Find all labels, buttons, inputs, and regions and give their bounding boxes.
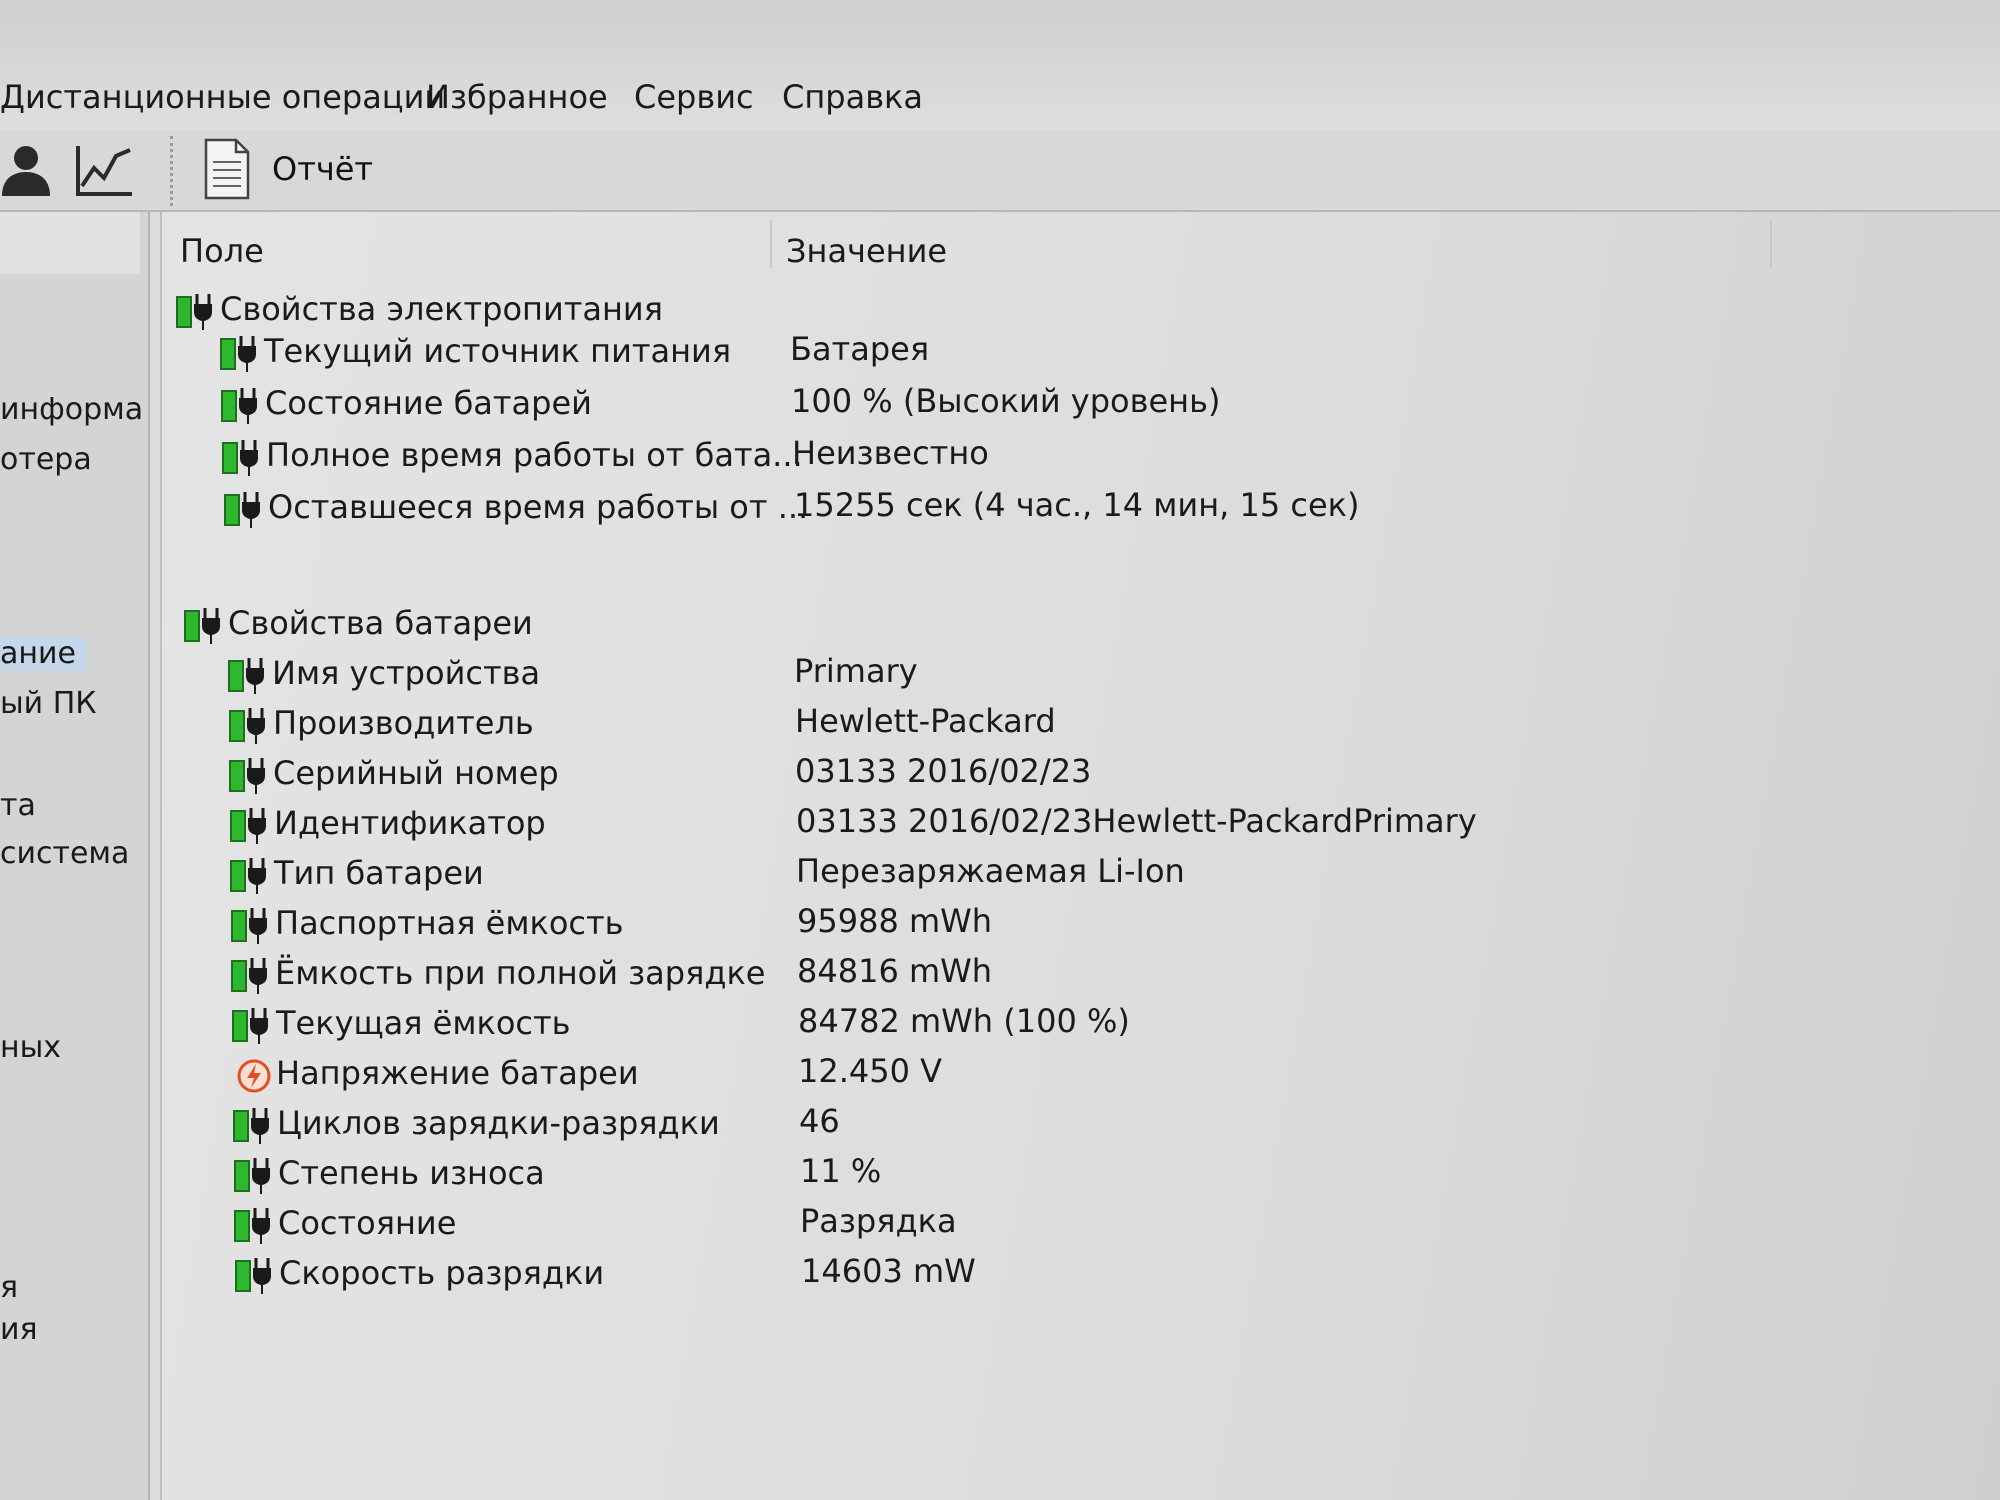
property-value[interactable]: 100 % (Высокий уровень) xyxy=(791,382,1220,420)
battery-icon xyxy=(176,294,216,330)
property-value[interactable]: 03133 2016/02/23 xyxy=(795,752,1091,790)
property-field[interactable]: Имя устройства xyxy=(272,654,540,692)
battery-icon xyxy=(231,958,271,994)
sidebar-item-portable-pc[interactable]: ый ПК xyxy=(0,686,97,721)
property-field[interactable]: Оставшееся время работы от ... xyxy=(268,488,808,526)
property-value[interactable]: Primary xyxy=(794,652,918,690)
property-field[interactable]: Степень износа xyxy=(278,1154,545,1192)
property-value[interactable]: 46 xyxy=(799,1102,840,1140)
property-value[interactable]: 14603 mW xyxy=(801,1252,976,1290)
property-field[interactable]: Паспортная ёмкость xyxy=(275,904,624,942)
voltage-icon xyxy=(236,1058,272,1094)
property-field[interactable]: Полное время работы от бата... xyxy=(266,436,803,474)
battery-icon xyxy=(233,1108,273,1144)
property-value[interactable]: 84782 mWh (100 %) xyxy=(798,1002,1130,1040)
battery-icon xyxy=(220,336,260,372)
property-field[interactable]: Производитель xyxy=(273,704,534,742)
property-field[interactable]: Состояние xyxy=(278,1204,456,1242)
toolbar-separator xyxy=(170,136,173,206)
battery-icon xyxy=(234,1158,274,1194)
sidebar-item-motherboard[interactable]: та xyxy=(0,788,36,823)
property-field[interactable]: Тип батареи xyxy=(274,854,484,892)
property-value[interactable]: 03133 2016/02/23Hewlett-PackardPrimary xyxy=(796,802,1477,840)
property-field[interactable]: Состояние батарей xyxy=(265,384,592,422)
property-value[interactable]: Разрядка xyxy=(800,1202,957,1240)
property-value[interactable]: 95988 mWh xyxy=(797,902,992,940)
sidebar-border xyxy=(148,212,150,1500)
column-header-value[interactable]: Значение xyxy=(786,232,947,270)
menu-bar: Дистанционные операции Избранное Сервис … xyxy=(0,0,2000,130)
property-value[interactable]: Hewlett-Packard xyxy=(795,702,1056,740)
battery-icon xyxy=(184,608,224,644)
property-value[interactable]: 12.450 V xyxy=(798,1052,942,1090)
sidebar-item-computer[interactable]: отера xyxy=(0,442,92,477)
group-title[interactable]: Свойства электропитания xyxy=(220,290,663,328)
property-field[interactable]: Серийный номер xyxy=(273,754,559,792)
menu-help[interactable]: Справка xyxy=(782,78,923,116)
sidebar-item-misc-2[interactable]: ия xyxy=(0,1312,38,1347)
property-field[interactable]: Скорость разрядки xyxy=(279,1254,604,1292)
column-header-field[interactable]: Поле xyxy=(180,232,264,270)
battery-icon xyxy=(228,658,268,694)
sidebar-item-misc[interactable]: я xyxy=(0,1270,18,1305)
battery-icon xyxy=(222,440,262,476)
property-value[interactable]: Перезаряжаемая Li-Ion xyxy=(796,852,1185,890)
battery-icon xyxy=(235,1258,275,1294)
battery-icon xyxy=(232,1008,272,1044)
sidebar-item-os[interactable]: система xyxy=(0,836,129,871)
column-divider[interactable] xyxy=(1770,220,1772,268)
battery-icon xyxy=(230,808,270,844)
property-field[interactable]: Идентификатор xyxy=(274,804,546,842)
property-value[interactable]: Батарея xyxy=(790,330,929,368)
property-field[interactable]: Ёмкость при полной зарядке xyxy=(275,954,765,992)
battery-icon xyxy=(221,388,261,424)
battery-icon xyxy=(231,908,271,944)
property-value[interactable]: 84816 mWh xyxy=(797,952,992,990)
battery-icon xyxy=(229,758,269,794)
menu-service[interactable]: Сервис xyxy=(634,78,754,116)
group-title[interactable]: Свойства батареи xyxy=(228,604,533,642)
battery-icon xyxy=(234,1208,274,1244)
battery-icon xyxy=(224,492,264,528)
battery-icon xyxy=(230,858,270,894)
property-field[interactable]: Напряжение батареи xyxy=(276,1054,639,1092)
menu-favorites[interactable]: Избранное xyxy=(426,78,608,116)
sidebar-item-data[interactable]: ных xyxy=(0,1030,61,1065)
user-icon[interactable] xyxy=(0,142,52,198)
property-value[interactable]: Неизвестно xyxy=(792,434,989,472)
battery-icon xyxy=(229,708,269,744)
report-button-label[interactable]: Отчёт xyxy=(272,150,373,188)
property-value[interactable]: 15255 сек (4 час., 14 мин, 15 сек) xyxy=(794,486,1359,524)
report-icon[interactable] xyxy=(204,138,250,200)
chart-icon[interactable] xyxy=(74,142,134,198)
column-divider[interactable] xyxy=(770,220,772,268)
property-field[interactable]: Текущий источник питания xyxy=(264,332,731,370)
menu-remote-operations[interactable]: Дистанционные операции xyxy=(0,78,445,116)
sidebar-header xyxy=(0,212,140,274)
sidebar-item-power-selected[interactable]: ание xyxy=(0,636,86,671)
property-value[interactable]: 11 % xyxy=(800,1152,881,1190)
property-field[interactable]: Циклов зарядки-разрядки xyxy=(277,1104,720,1142)
property-field[interactable]: Текущая ёмкость xyxy=(276,1004,571,1042)
sidebar-item-info[interactable]: информа xyxy=(0,392,143,427)
